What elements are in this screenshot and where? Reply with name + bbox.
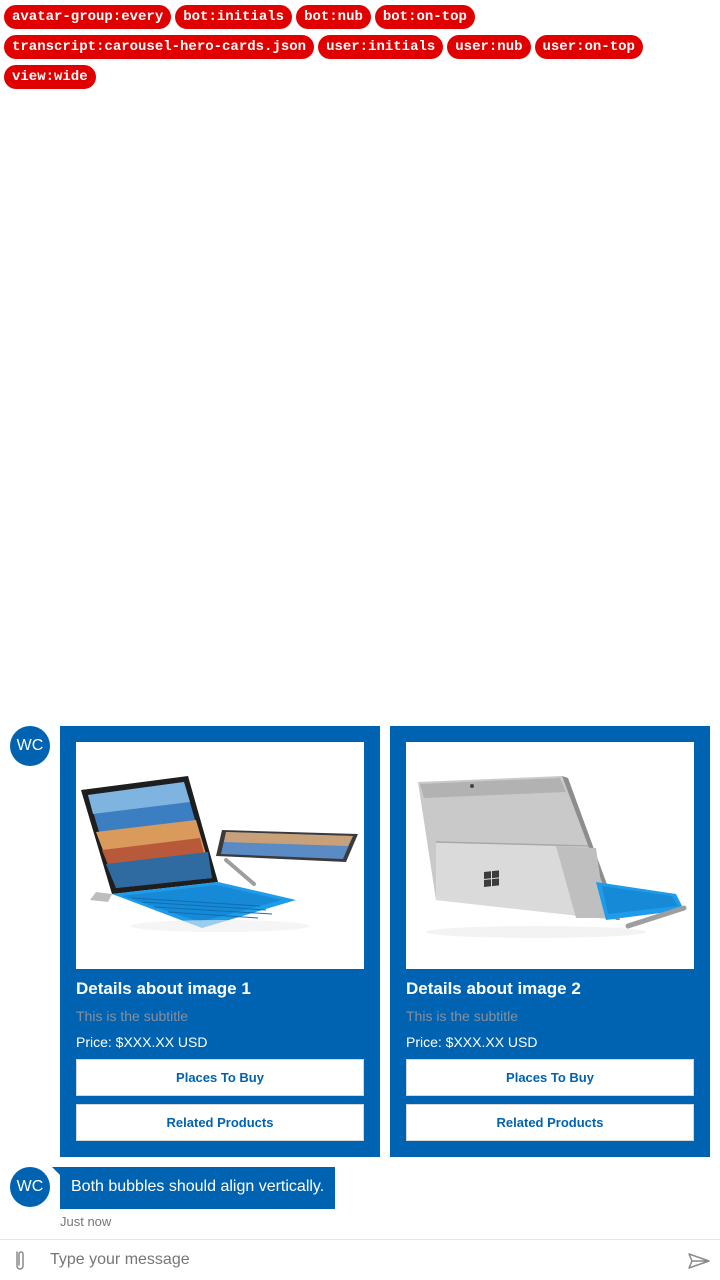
tag: bot:on-top xyxy=(374,5,475,29)
card-price: Price: $XXX.XX USD xyxy=(76,1034,208,1050)
related-products-button[interactable]: Related Products xyxy=(76,1104,364,1141)
tag: user:on-top xyxy=(534,35,643,59)
related-products-button[interactable]: Related Products xyxy=(406,1104,694,1141)
card-title: Details about image 1 xyxy=(76,979,251,998)
card-image-surface-keyboard xyxy=(76,742,364,969)
tag-list: avatar-group:every bot:initials bot:nub … xyxy=(4,5,716,89)
message-input[interactable] xyxy=(50,1245,670,1275)
tag: user:initials xyxy=(318,35,444,59)
tag: transcript:carousel-hero-cards.json xyxy=(4,35,315,59)
send-box xyxy=(0,1239,720,1280)
card-title: Details about image 2 xyxy=(406,979,581,998)
places-to-buy-button[interactable]: Places To Buy xyxy=(76,1059,364,1096)
bot-avatar: WC xyxy=(10,1167,50,1207)
bot-avatar: WC xyxy=(10,726,50,766)
card-subtitle: This is the subtitle xyxy=(76,1008,189,1024)
message-bubble: Both bubbles should align vertically. xyxy=(60,1167,336,1209)
tag: bot:initials xyxy=(175,5,293,29)
hero-card-1: Details about image 1 This is the subtit… xyxy=(60,726,380,1157)
hero-card-2: Details about image 2 This is the subtit… xyxy=(390,726,710,1157)
card-image-surface-back xyxy=(406,742,694,969)
tag: bot:nub xyxy=(296,5,371,29)
paperclip-icon[interactable] xyxy=(8,1248,32,1272)
places-to-buy-button[interactable]: Places To Buy xyxy=(406,1059,694,1096)
message-timestamp: Just now xyxy=(60,1214,112,1229)
card-price: Price: $XXX.XX USD xyxy=(406,1034,538,1050)
tag: user:nub xyxy=(447,35,531,59)
send-icon[interactable] xyxy=(686,1248,712,1274)
tag: avatar-group:every xyxy=(4,5,172,29)
card-subtitle: This is the subtitle xyxy=(406,1008,519,1024)
tag: view:wide xyxy=(4,65,96,89)
bubble-nub xyxy=(52,1167,60,1175)
